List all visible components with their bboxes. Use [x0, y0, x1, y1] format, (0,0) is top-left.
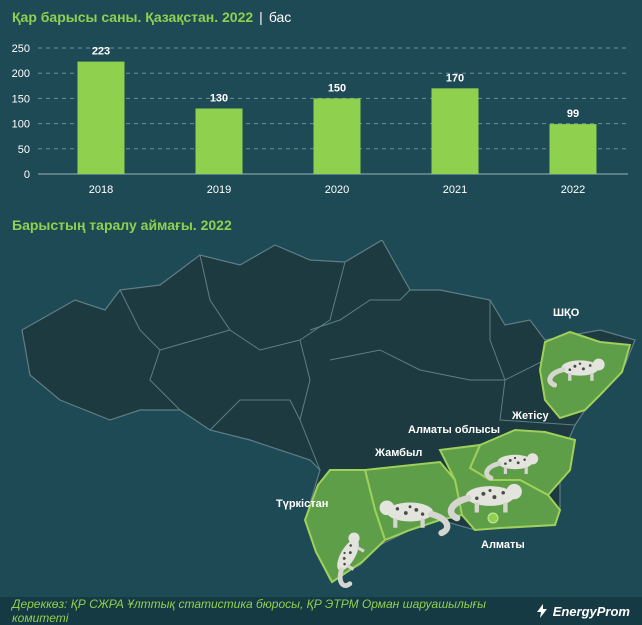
brand-logo: EnergyProm — [535, 604, 630, 619]
x-tick-label: 2020 — [325, 184, 349, 196]
data-label: 170 — [446, 72, 464, 84]
map-section-title: Барыстың таралу аймағы. 2022 — [12, 217, 232, 233]
source-text: Дереккөз: ҚР СЖРА Ұлттық статистика бюро… — [12, 597, 486, 625]
y-tick-label: 250 — [12, 43, 30, 55]
data-label: 99 — [567, 108, 579, 120]
lightning-icon — [536, 604, 547, 618]
label-turkistan: Түркістан — [276, 498, 328, 510]
brand-name: EnergyProm — [552, 603, 630, 619]
x-tick-label: 2018 — [89, 184, 113, 196]
y-tick-label: 0 — [24, 169, 30, 181]
chart-title-text: Қар барысы саны. Қазақстан. 2022 — [12, 9, 254, 25]
footer: Дереккөз: ҚР СЖРА Ұлттық статистика бюро… — [0, 597, 642, 625]
chart-title: Қар барысы саны. Қазақстан. 2022 | бас — [0, 0, 642, 34]
bar-chart: 0 50 100 150 200 250 223 2018 130 2019 150 2020 170 2… — [12, 43, 628, 196]
unit-label: бас — [268, 9, 292, 25]
x-tick-label: 2022 — [561, 184, 585, 196]
x-tick-label: 2021 — [443, 184, 467, 196]
label-almaty-oblysy: Алматы облысы — [408, 424, 500, 436]
y-tick-label: 200 — [12, 68, 30, 80]
bar — [77, 61, 125, 174]
data-label: 130 — [210, 92, 228, 104]
y-tick-label: 100 — [12, 119, 30, 131]
label-almaty: Алматы — [481, 539, 525, 551]
data-label: 150 — [328, 82, 346, 94]
bar — [313, 98, 361, 174]
label-zhetisu: Жетісу — [511, 410, 549, 422]
bar — [431, 88, 479, 174]
data-label: 223 — [92, 46, 110, 58]
y-tick-label: 150 — [12, 93, 30, 105]
range-map: ШҚО Жетісу Алматы облысы Жамбыл Түркіста… — [21, 240, 636, 597]
label-zhambyl: Жамбыл — [374, 447, 422, 459]
almaty-city-marker — [487, 512, 499, 524]
title-separator: | — [259, 9, 263, 25]
bar — [549, 124, 597, 174]
bar — [195, 108, 243, 174]
label-shko: ШҚО — [553, 307, 580, 319]
y-tick-label: 50 — [18, 144, 30, 156]
x-tick-label: 2019 — [207, 184, 231, 196]
